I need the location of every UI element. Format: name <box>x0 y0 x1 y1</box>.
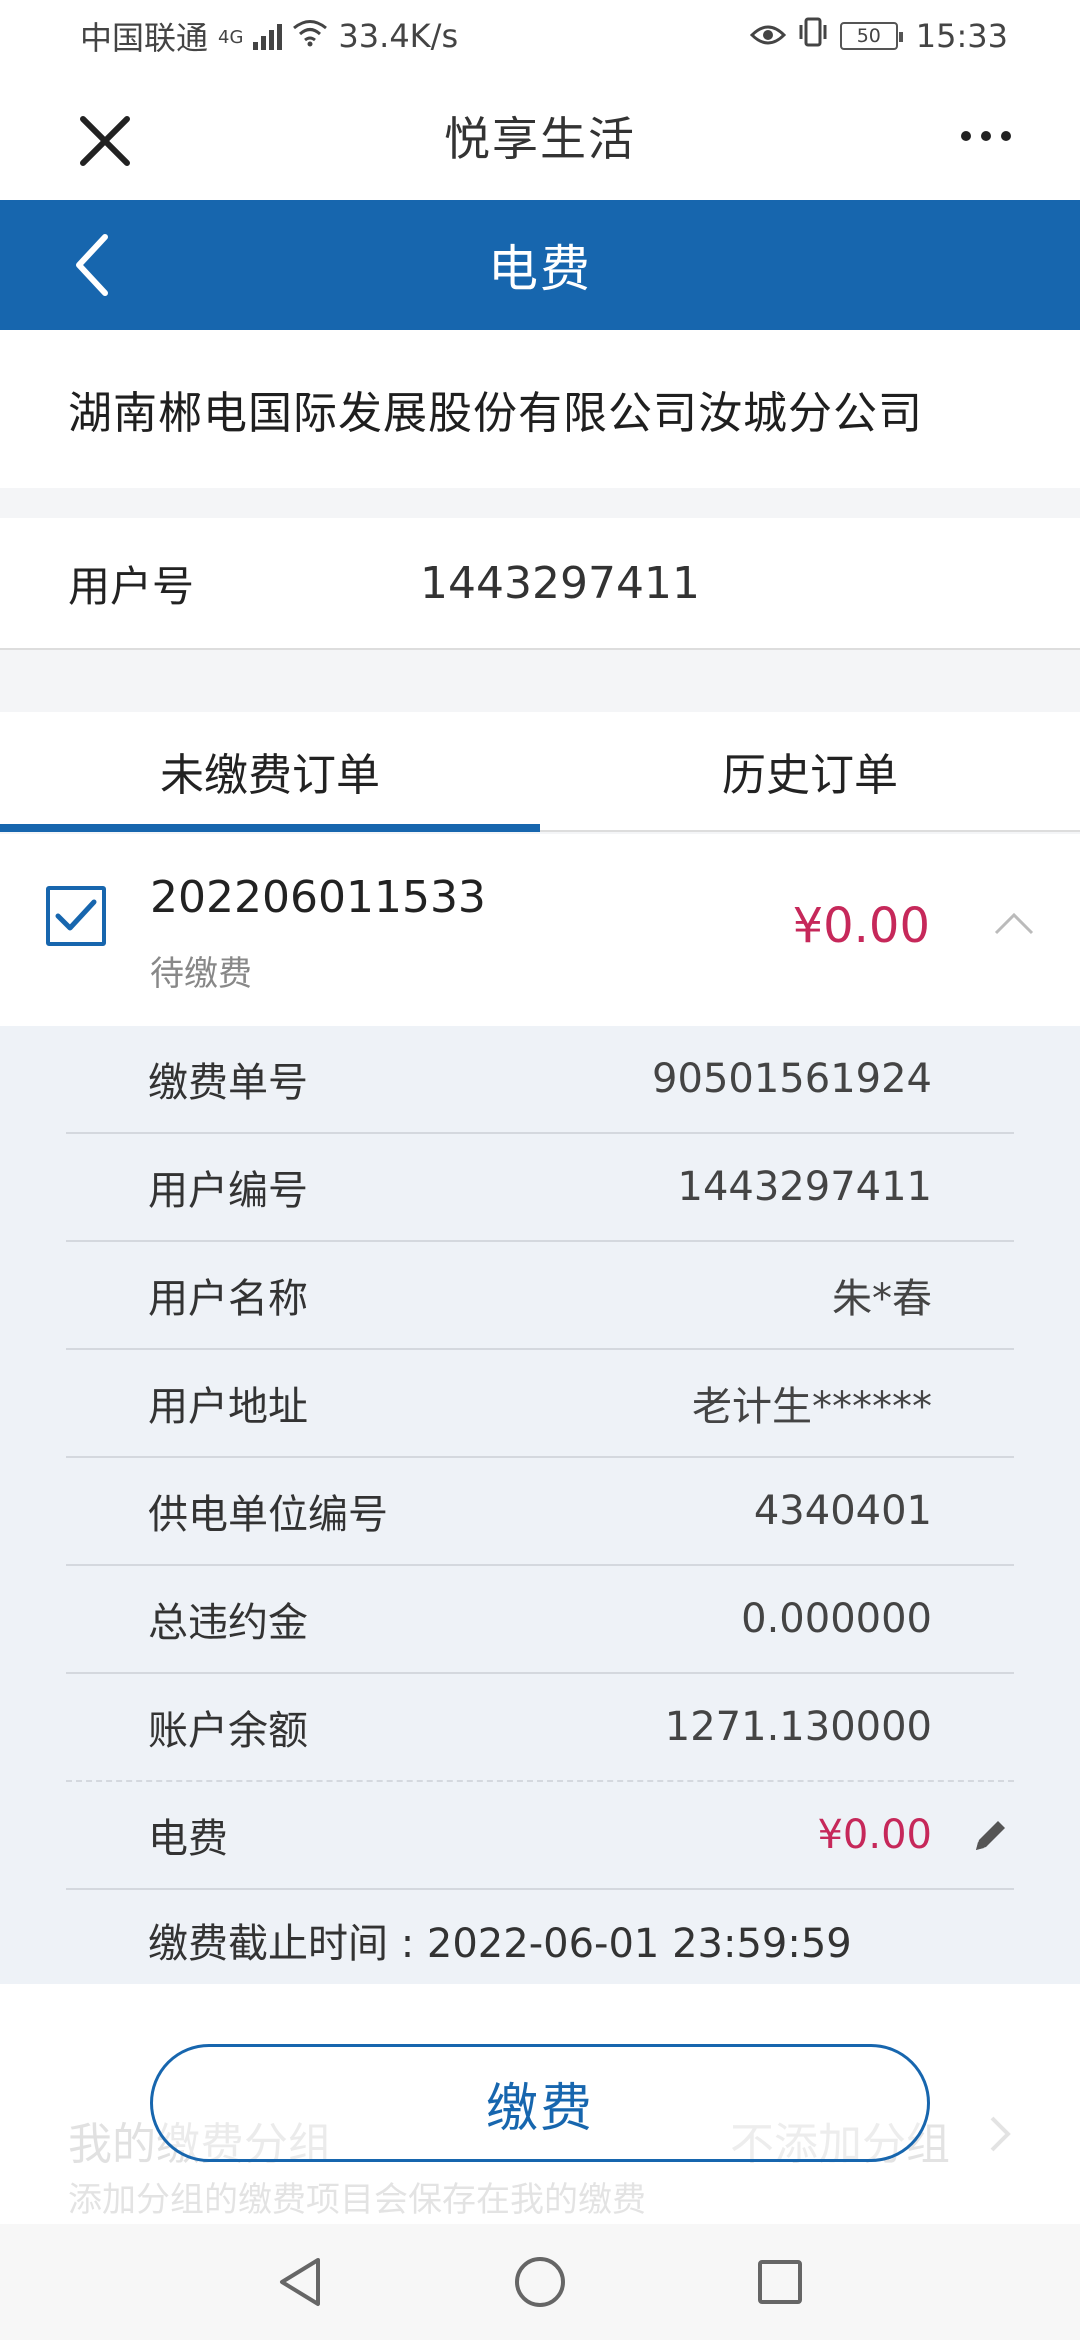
detail-label: 用户名称 <box>148 1276 308 1322</box>
pay-button[interactable]: 缴费 <box>150 2044 930 2162</box>
app-screen: 中国联通 4G 33.4K/s 50 15:33 悦享生活 电费 湖南郴电国际发… <box>0 0 1080 2340</box>
circle-home-icon <box>515 2257 565 2307</box>
clock: 15:33 <box>915 17 1008 55</box>
battery-icon: 50 <box>839 22 903 50</box>
page-nav-bar: 电费 <box>0 200 1080 330</box>
wifi-icon <box>292 17 328 55</box>
detail-label: 缴费单号 <box>148 1060 308 1106</box>
nav-back-button[interactable] <box>270 2252 330 2312</box>
detail-row-supplier-code: 供电单位编号 4340401 <box>66 1458 1014 1566</box>
order-amount: ¥0.00 <box>792 898 930 954</box>
chevron-up-icon <box>994 912 1034 935</box>
payment-deadline: 缴费截止时间 : 2022-06-01 23:59:59 <box>148 1921 852 1967</box>
checkmark-icon <box>55 899 97 931</box>
detail-row-balance: 账户余额 1271.130000 <box>66 1674 1014 1782</box>
detail-row-user-id: 用户编号 1443297411 <box>66 1134 1014 1242</box>
user-number-row: 用户号 1443297411 <box>0 518 1080 650</box>
network-speed: 33.4K/s <box>338 17 459 55</box>
app-title: 悦享生活 <box>444 112 636 166</box>
status-left: 中国联通 4G 33.4K/s <box>80 13 458 59</box>
carrier-label: 中国联通 <box>80 19 209 57</box>
fee-amount: ¥0.00 <box>817 1812 932 1858</box>
more-dots-icon <box>961 131 1011 141</box>
system-nav-bar <box>0 2224 1080 2340</box>
detail-row-penalty: 总违约金 0.000000 <box>66 1566 1014 1674</box>
detail-row-user-name: 用户名称 朱*春 <box>66 1242 1014 1350</box>
order-summary[interactable]: 202206011533 待缴费 ¥0.00 <box>0 834 1080 1026</box>
order-status: 待缴费 <box>150 954 252 994</box>
close-icon <box>80 116 130 166</box>
detail-value: 1443297411 <box>677 1164 933 1210</box>
more-button[interactable] <box>946 106 1026 166</box>
detail-label: 账户余额 <box>148 1708 308 1754</box>
detail-label: 电费 <box>148 1816 228 1862</box>
detail-row-user-address: 用户地址 老计生****** <box>66 1350 1014 1458</box>
status-bar: 中国联通 4G 33.4K/s 50 15:33 <box>0 0 1080 72</box>
detail-row-bill-number: 缴费单号 90501561924 <box>66 1026 1014 1134</box>
order-tabs: 未缴费订单 历史订单 <box>0 712 1080 832</box>
detail-label: 用户编号 <box>148 1168 308 1214</box>
detail-value: 朱*春 <box>832 1276 932 1322</box>
back-chevron-icon <box>76 234 108 296</box>
nav-recents-button[interactable] <box>750 2252 810 2312</box>
eye-icon <box>749 17 786 55</box>
network-type: 4G <box>218 27 244 48</box>
vibrate-icon <box>796 17 830 55</box>
pencil-icon <box>976 1821 1005 1850</box>
detail-value: 老计生****** <box>692 1384 932 1430</box>
nav-home-button[interactable] <box>510 2252 570 2312</box>
company-name: 湖南郴电国际发展股份有限公司汝城分公司 <box>0 330 1080 488</box>
order-number: 202206011533 <box>150 872 486 923</box>
page-title: 电费 <box>488 240 592 298</box>
edit-fee-button[interactable] <box>966 1812 1014 1860</box>
collapse-button[interactable] <box>984 904 1044 944</box>
status-right: 50 15:33 <box>749 17 1008 55</box>
triangle-back-icon <box>280 2258 320 2306</box>
signal-icon <box>253 22 283 50</box>
close-button[interactable] <box>70 106 140 176</box>
detail-value: 90501561924 <box>652 1056 932 1102</box>
tab-history-orders[interactable]: 历史订单 <box>540 712 1080 830</box>
detail-label: 总违约金 <box>148 1600 308 1646</box>
chevron-right-icon <box>990 2116 1011 2152</box>
tab-unpaid-orders[interactable]: 未缴费订单 <box>0 712 540 832</box>
order-detail: 缴费单号 90501561924 用户编号 1443297411 用户名称 朱*… <box>0 1026 1080 1984</box>
detail-label: 供电单位编号 <box>148 1492 388 1538</box>
detail-value: 4340401 <box>753 1488 932 1534</box>
detail-label: 用户地址 <box>148 1384 308 1430</box>
app-header: 悦享生活 <box>0 72 1080 200</box>
order-checkbox[interactable] <box>46 886 106 946</box>
detail-value: 0.000000 <box>741 1596 932 1642</box>
detail-value: 1271.130000 <box>664 1704 932 1750</box>
back-button[interactable] <box>56 230 126 300</box>
detail-row-electricity-fee: 电费 ¥0.00 <box>66 1782 1014 1890</box>
user-number-value: 1443297411 <box>420 557 700 609</box>
square-recents-icon <box>758 2260 802 2304</box>
group-subtitle: 添加分组的缴费项目会保存在我的缴费 <box>68 2180 646 2220</box>
user-number-label: 用户号 <box>68 561 195 611</box>
